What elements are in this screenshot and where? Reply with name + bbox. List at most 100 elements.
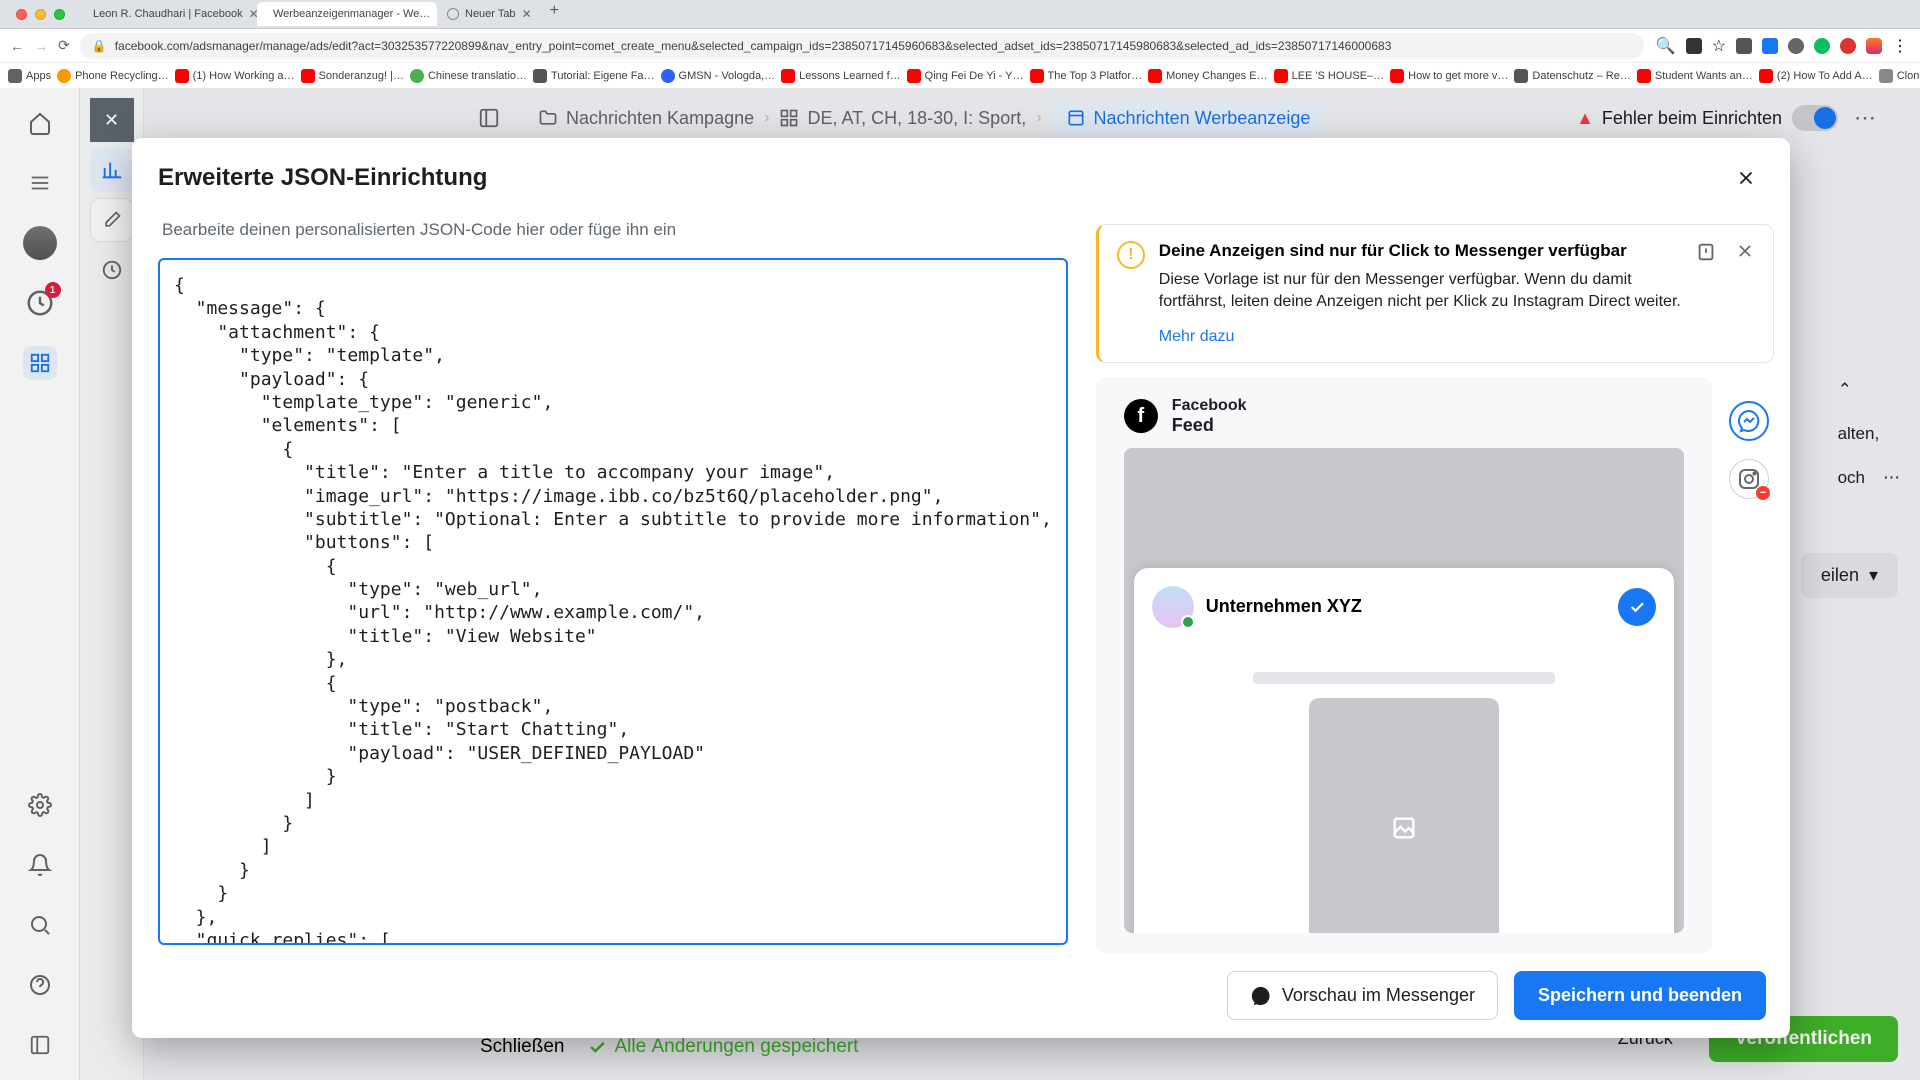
youtube-icon — [781, 69, 795, 83]
placeholder-card — [1309, 698, 1499, 933]
save-button[interactable]: Speichern und beenden — [1514, 971, 1766, 1020]
app-shell: 1 ✕ Nachrichten Kampagne › DE, AT, CH, 1… — [0, 88, 1920, 1080]
youtube-icon — [1759, 69, 1773, 83]
address-bar-row: ← → ⟳ 🔒 facebook.com/adsmanager/manage/a… — [0, 28, 1920, 62]
close-icon[interactable] — [1735, 241, 1755, 346]
tab-item[interactable]: Werbeanzeigenmanager - We…✕ — [257, 2, 437, 26]
forward-icon[interactable]: → — [34, 38, 48, 54]
bookmark-item[interactable]: (2) How To Add A… — [1759, 69, 1873, 83]
close-icon[interactable]: ✕ — [249, 7, 257, 21]
ext-icon[interactable] — [1788, 38, 1804, 54]
bookmark-label: GMSN - Vologda,… — [679, 70, 776, 82]
window-max-dot[interactable] — [54, 9, 65, 20]
bookmark-label: The Top 3 Platfor… — [1048, 70, 1143, 82]
bookmark-item[interactable]: Qing Fei De Yi - Y… — [907, 69, 1024, 83]
messenger-channel[interactable] — [1729, 401, 1769, 441]
bookmarks-bar: Apps Phone Recycling… (1) How Working a…… — [0, 62, 1920, 88]
youtube-icon — [1030, 69, 1044, 83]
bookmark-label: Apps — [26, 70, 51, 82]
tab-item[interactable]: Leon R. Chaudhari | Facebook✕ — [77, 2, 257, 26]
youtube-icon — [175, 69, 189, 83]
bookmark-label: Clonezilla - Cooki… — [1897, 70, 1920, 82]
bookmark-icon — [410, 69, 424, 83]
lock-icon: 🔒 — [92, 39, 107, 53]
preview-column: ! Deine Anzeigen sind nur für Click to M… — [1096, 202, 1774, 953]
skeleton-content — [1152, 672, 1656, 933]
warning-body: Diese Vorlage ist nur für den Messenger … — [1159, 269, 1681, 314]
ext-icon[interactable] — [1814, 38, 1830, 54]
business-avatar — [1152, 586, 1194, 628]
json-setup-modal: Erweiterte JSON-Einrichtung Bearbeite de… — [132, 138, 1790, 1038]
feed-preview: f Facebook Feed Unternehmen XYZ — [1096, 377, 1712, 953]
bookmark-label: Qing Fei De Yi - Y… — [925, 70, 1024, 82]
preview-messenger-button[interactable]: Vorschau im Messenger — [1227, 971, 1498, 1020]
warning-icon: ! — [1117, 241, 1145, 269]
avatar-icon[interactable] — [1866, 38, 1882, 54]
window-min-dot[interactable] — [35, 9, 46, 20]
youtube-icon — [301, 69, 315, 83]
ext-icon[interactable] — [1840, 38, 1856, 54]
preview-brand: Facebook — [1172, 397, 1247, 415]
json-textarea[interactable]: { "message": { "attachment": { "type": "… — [158, 258, 1068, 945]
bookmark-item[interactable]: GMSN - Vologda,… — [661, 69, 776, 83]
search-ext-icon[interactable]: 🔍 — [1656, 36, 1676, 56]
modal-title: Erweiterte JSON-Einrichtung — [158, 164, 487, 192]
bookmark-label: Tutorial: Eigene Fa… — [551, 70, 655, 82]
online-indicator — [1181, 615, 1195, 629]
youtube-icon — [1148, 69, 1162, 83]
modal-footer: Vorschau im Messenger Speichern und been… — [132, 953, 1790, 1038]
bookmark-item[interactable]: Tutorial: Eigene Fa… — [533, 69, 655, 83]
bookmark-item[interactable]: Chinese translatio… — [410, 69, 527, 83]
reload-icon[interactable]: ⟳ — [58, 37, 70, 54]
preview-area: f Facebook Feed Unternehmen XYZ — [1096, 377, 1774, 953]
globe-icon — [447, 8, 459, 20]
modal-header: Erweiterte JSON-Einrichtung — [132, 138, 1790, 202]
tab-label: Werbeanzeigenmanager - We… — [273, 8, 430, 20]
learn-more-link[interactable]: Mehr dazu — [1159, 328, 1235, 346]
window-controls[interactable] — [6, 9, 75, 20]
tab-label: Neuer Tab — [465, 8, 516, 20]
bookmark-label: Money Changes E… — [1166, 70, 1268, 82]
bookmark-item[interactable]: Datenschutz – Re… — [1514, 69, 1630, 83]
close-button[interactable] — [1728, 160, 1764, 196]
tab-item[interactable]: Neuer Tab ✕ — [437, 2, 542, 26]
bookmark-item[interactable]: (1) How Working a… — [175, 69, 295, 83]
url-text: facebook.com/adsmanager/manage/ads/edit?… — [115, 39, 1392, 53]
ext-icon[interactable] — [1736, 38, 1752, 54]
bookmark-icon — [57, 69, 71, 83]
verified-check-icon — [1618, 588, 1656, 626]
channel-selector: − — [1724, 377, 1774, 953]
more-icon[interactable]: ⋮ — [1892, 36, 1908, 56]
back-icon[interactable]: ← — [10, 38, 24, 54]
modal-body: Bearbeite deinen personalisierten JSON-C… — [132, 202, 1790, 953]
window-close-dot[interactable] — [16, 9, 27, 20]
bookmark-label: Datenschutz – Re… — [1532, 70, 1630, 82]
bookmark-item[interactable]: Clonezilla - Cooki… — [1879, 69, 1920, 83]
preview-header: f Facebook Feed — [1124, 397, 1684, 436]
bookmark-label: LEE 'S HOUSE–… — [1292, 70, 1385, 82]
star-icon[interactable]: ☆ — [1712, 36, 1726, 56]
bookmark-item[interactable]: Apps — [8, 69, 51, 83]
bookmark-icon — [1879, 69, 1893, 83]
instagram-channel[interactable]: − — [1729, 459, 1769, 499]
ext-icon[interactable] — [1762, 38, 1778, 54]
messenger-icon — [1250, 985, 1272, 1007]
bookmark-item[interactable]: Money Changes E… — [1148, 69, 1268, 83]
new-tab-button[interactable]: + — [542, 2, 567, 26]
ext-icon[interactable] — [1686, 38, 1702, 54]
bookmark-item[interactable]: Student Wants an… — [1637, 69, 1753, 83]
close-icon[interactable]: ✕ — [522, 7, 532, 21]
report-icon[interactable] — [1695, 241, 1717, 346]
blocked-indicator: − — [1756, 486, 1770, 500]
bookmark-item[interactable]: Sonderanzug! |… — [301, 69, 404, 83]
bookmark-item[interactable]: Phone Recycling… — [57, 69, 169, 83]
facebook-logo: f — [1124, 399, 1158, 433]
bookmark-item[interactable]: LEE 'S HOUSE–… — [1274, 69, 1385, 83]
tab-list: Leon R. Chaudhari | Facebook✕ Werbeanzei… — [77, 2, 1914, 26]
bookmark-item[interactable]: Lessons Learned f… — [781, 69, 901, 83]
bookmark-icon — [1514, 69, 1528, 83]
bookmark-item[interactable]: How to get more v… — [1390, 69, 1508, 83]
bookmark-item[interactable]: The Top 3 Platfor… — [1030, 69, 1143, 83]
messenger-icon — [1737, 409, 1761, 433]
address-bar[interactable]: 🔒 facebook.com/adsmanager/manage/ads/edi… — [80, 33, 1644, 59]
